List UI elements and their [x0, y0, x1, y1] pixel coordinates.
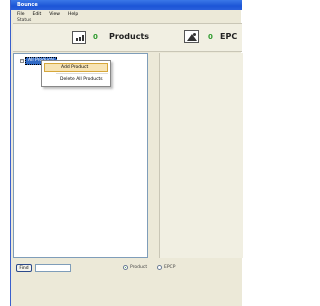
app-window: Bounce File Edit View Help Status 0 Prod… [10, 0, 243, 306]
find-button[interactable]: Find [16, 264, 32, 272]
menu-view[interactable]: View [49, 12, 60, 17]
products-chart-icon [72, 31, 86, 44]
radio-epcp-dot[interactable] [157, 265, 162, 270]
menu-file[interactable]: File [17, 12, 25, 17]
products-count: 0 [93, 33, 98, 41]
radio-product-label: Product [130, 265, 148, 270]
tree-expand-icon[interactable]: - [20, 59, 24, 63]
window-title: Bounce [17, 2, 38, 8]
title-bar: Bounce [11, 0, 242, 10]
radio-epcp[interactable]: EPCP [157, 265, 175, 270]
menu-bar: File Edit View Help [11, 10, 242, 18]
menu-help[interactable]: Help [68, 12, 78, 17]
add-product-menu-item[interactable]: Add Product [44, 63, 108, 72]
products-label: Products [109, 32, 150, 41]
radio-product-dot[interactable] [123, 265, 128, 270]
search-bar: Find Product EPCP [11, 258, 242, 306]
menu-edit[interactable]: Edit [33, 12, 42, 17]
epc-label: EPC [220, 32, 238, 41]
radio-epcp-label: EPCP [164, 265, 176, 270]
menu-separator [56, 73, 108, 74]
context-menu: Add Product Delete All Products [41, 60, 111, 87]
epc-count: 0 [208, 33, 213, 41]
delete-all-products-menu-item[interactable]: Delete All Products [44, 75, 108, 84]
epc-image-icon [184, 30, 199, 43]
find-input[interactable] [35, 264, 71, 272]
summary-header: 0 Products 0 EPC [13, 23, 242, 52]
radio-product[interactable]: Product [123, 265, 147, 270]
detail-panel [159, 53, 243, 258]
